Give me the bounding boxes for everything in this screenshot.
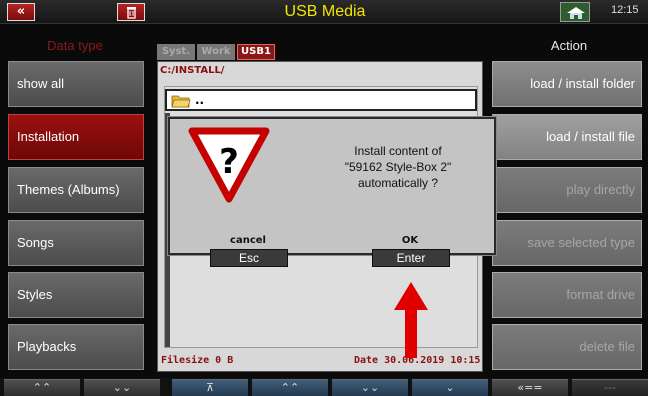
data-type-header: Data type	[47, 38, 103, 53]
load-install-file-button[interactable]: load / install file	[492, 114, 642, 160]
current-path: C:/INSTALL/	[160, 65, 225, 76]
page-title: USB Media	[284, 3, 366, 20]
action-header: Action	[550, 38, 588, 53]
file-name: ..	[195, 93, 205, 107]
dialog-message: Install content of "59162 Style-Box 2" a…	[298, 143, 498, 191]
save-selected-type-button[interactable]: save selected type	[492, 220, 642, 266]
home-icon	[567, 7, 585, 19]
format-drive-button[interactable]: format drive	[492, 272, 642, 318]
scroll-to-top-icon[interactable]: ⊼	[172, 379, 248, 396]
trash-icon	[127, 7, 136, 19]
home-button[interactable]	[560, 2, 590, 22]
datatype-show-all[interactable]: show all	[8, 61, 144, 107]
bottom-bar: ⌃⌃ ⌄⌄ ⊼ ⌃⌃ ⌄⌄ ⌄ «== ---	[0, 378, 648, 396]
double-chevron-down-icon[interactable]: ⌄⌄	[84, 379, 160, 396]
tab-work[interactable]: Work	[197, 44, 235, 60]
double-chevron-up-icon[interactable]: ⌃⌃	[4, 379, 80, 396]
list-item[interactable]: ..	[165, 89, 477, 111]
double-chevron-down-icon[interactable]: ⌄⌄	[332, 379, 408, 396]
datatype-playbacks[interactable]: Playbacks	[8, 324, 144, 370]
chevron-down-icon[interactable]: ⌄	[412, 379, 488, 396]
double-chevron-up-icon[interactable]: ⌃⌃	[252, 379, 328, 396]
dialog-line-3: automatically ?	[357, 176, 439, 190]
ok-label: OK	[401, 235, 419, 246]
clock: 12:15	[611, 4, 639, 16]
tab-usb1[interactable]: USB1	[237, 44, 275, 60]
datatype-installation[interactable]: Installation	[8, 114, 144, 160]
dialog-line-1: Install content of	[354, 144, 442, 158]
cancel-label: cancel	[230, 235, 266, 246]
esc-button[interactable]: Esc	[210, 249, 288, 267]
datatype-styles[interactable]: Styles	[8, 272, 144, 318]
tab-syst[interactable]: Syst.	[157, 44, 195, 60]
filesize-label: Filesize 0 B	[161, 355, 234, 366]
enter-button[interactable]: Enter	[372, 249, 450, 267]
empty-softkey[interactable]: ---	[572, 379, 648, 396]
back-button[interactable]: «	[7, 3, 35, 21]
install-dialog: ? Install content of "59162 Style-Box 2"…	[168, 117, 498, 267]
trash-button[interactable]	[117, 3, 145, 21]
question-warning-icon: ?	[188, 127, 270, 203]
svg-text:?: ?	[219, 142, 239, 182]
dialog-line-2: "59162 Style-Box 2"	[344, 160, 452, 174]
annotation-arrow-icon	[394, 282, 428, 358]
delete-file-button[interactable]: delete file	[492, 324, 642, 370]
datatype-themes[interactable]: Themes (Albums)	[8, 167, 144, 213]
title-bar: « USB Media 12:15	[0, 0, 648, 24]
datatype-songs[interactable]: Songs	[8, 220, 144, 266]
back-arrow-icon[interactable]: «==	[492, 379, 568, 396]
load-install-folder-button[interactable]: load / install folder	[492, 61, 642, 107]
play-directly-button[interactable]: play directly	[492, 167, 642, 213]
folder-icon	[171, 95, 191, 108]
